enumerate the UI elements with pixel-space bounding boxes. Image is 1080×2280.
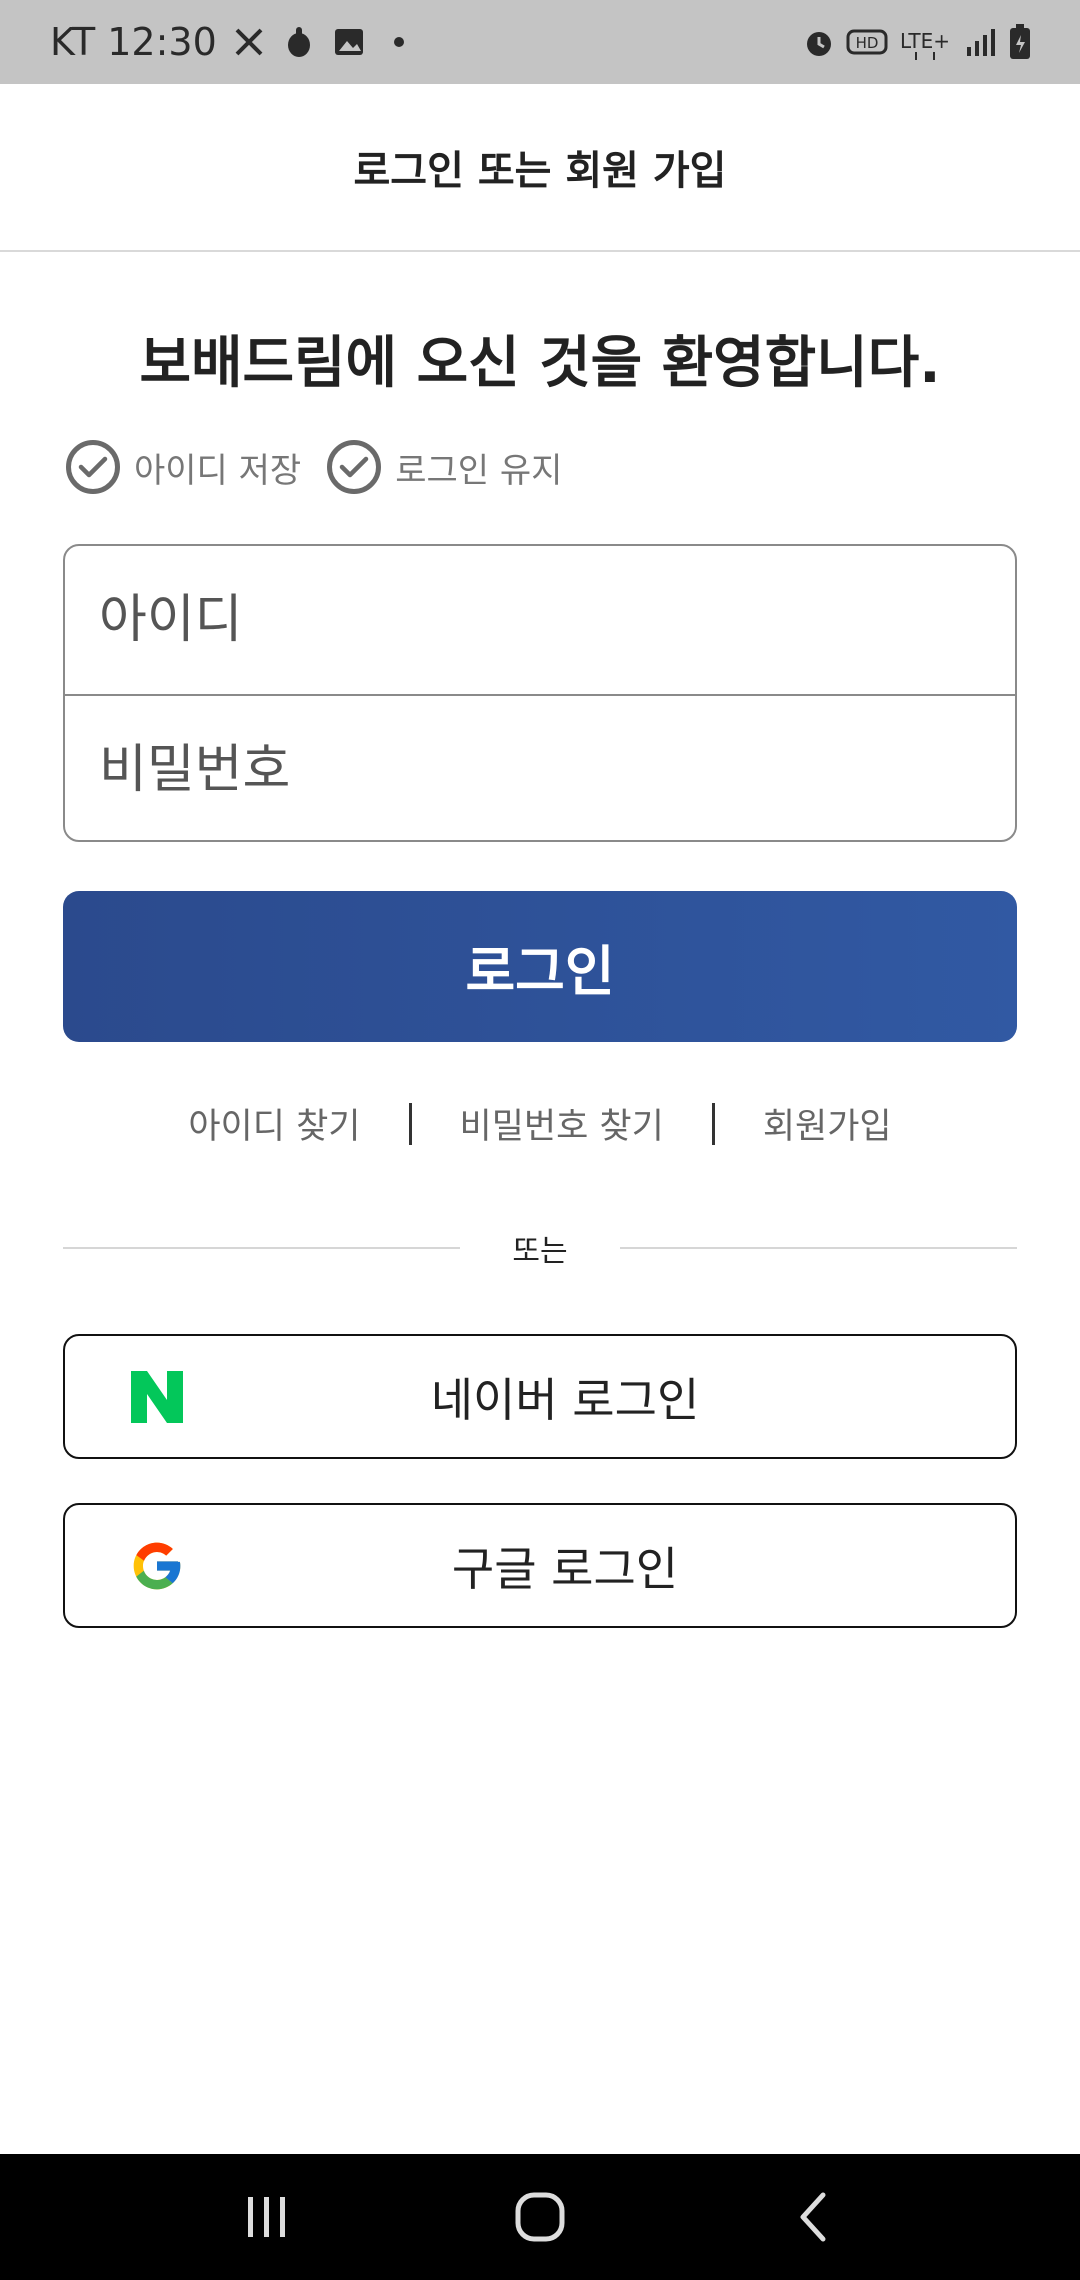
find-id-link[interactable]: 아이디 찾기 — [188, 1098, 360, 1149]
find-password-link[interactable]: 비밀번호 찾기 — [460, 1098, 664, 1149]
dot-icon — [381, 24, 417, 60]
link-separator — [408, 1102, 412, 1145]
naver-login-label: 네이버 로그인 — [430, 1372, 700, 1427]
lte-plus-icon: LTE+ — [898, 22, 954, 62]
divider-line — [63, 1247, 461, 1249]
login-options: 아이디 저장 로그인 유지 — [66, 440, 588, 494]
naver-login-button[interactable]: 네이버 로그인 — [63, 1334, 1017, 1459]
gallery-icon — [331, 24, 367, 60]
header: 로그인 또는 회원 가입 — [0, 84, 1080, 252]
naver-icon — [129, 1369, 185, 1425]
keep-login-checkbox[interactable]: 로그인 유지 — [327, 440, 562, 494]
hd-icon: HD — [846, 25, 888, 59]
login-button[interactable]: 로그인 — [63, 891, 1017, 1042]
or-divider: 또는 — [63, 1230, 1018, 1269]
status-right: HD LTE+ — [802, 22, 1032, 62]
save-id-checkbox[interactable]: 아이디 저장 — [66, 440, 301, 494]
check-icon — [327, 440, 382, 494]
status-bar: KT 12:30 HD LTE+ — [0, 0, 1080, 84]
carrier-time: KT 12:30 — [50, 20, 217, 64]
google-login-button[interactable]: 구글 로그인 — [63, 1503, 1017, 1628]
hd-label: HD — [856, 34, 879, 52]
battery-icon — [1008, 23, 1032, 61]
login-form — [63, 544, 1017, 842]
account-links: 아이디 찾기 비밀번호 찾기 회원가입 — [0, 1098, 1080, 1149]
welcome-text: 보배드림에 오신 것을 환영합니다. — [139, 331, 941, 396]
missed-call-icon — [231, 24, 267, 60]
signup-link[interactable]: 회원가입 — [763, 1098, 892, 1149]
recent-apps-button[interactable] — [227, 2177, 307, 2257]
link-separator — [711, 1102, 715, 1145]
alarm-icon — [802, 25, 836, 59]
back-button[interactable] — [773, 2177, 853, 2257]
home-button[interactable] — [500, 2177, 580, 2257]
save-id-label: 아이디 저장 — [134, 450, 302, 491]
navigation-bar — [0, 2154, 1080, 2280]
keep-login-label: 로그인 유지 — [395, 450, 563, 491]
status-left: KT 12:30 — [50, 20, 417, 64]
google-icon — [129, 1538, 185, 1594]
check-icon — [66, 440, 120, 494]
page-title: 로그인 또는 회원 가입 — [353, 148, 727, 194]
hand-icon — [281, 24, 317, 60]
lte-label: LTE+ — [900, 29, 950, 53]
divider-line — [619, 1247, 1018, 1249]
signal-icon — [964, 25, 998, 59]
id-input[interactable] — [65, 546, 1015, 694]
google-login-label: 구글 로그인 — [451, 1541, 679, 1596]
password-input[interactable] — [65, 696, 1015, 840]
or-text: 또는 — [512, 1234, 568, 1269]
